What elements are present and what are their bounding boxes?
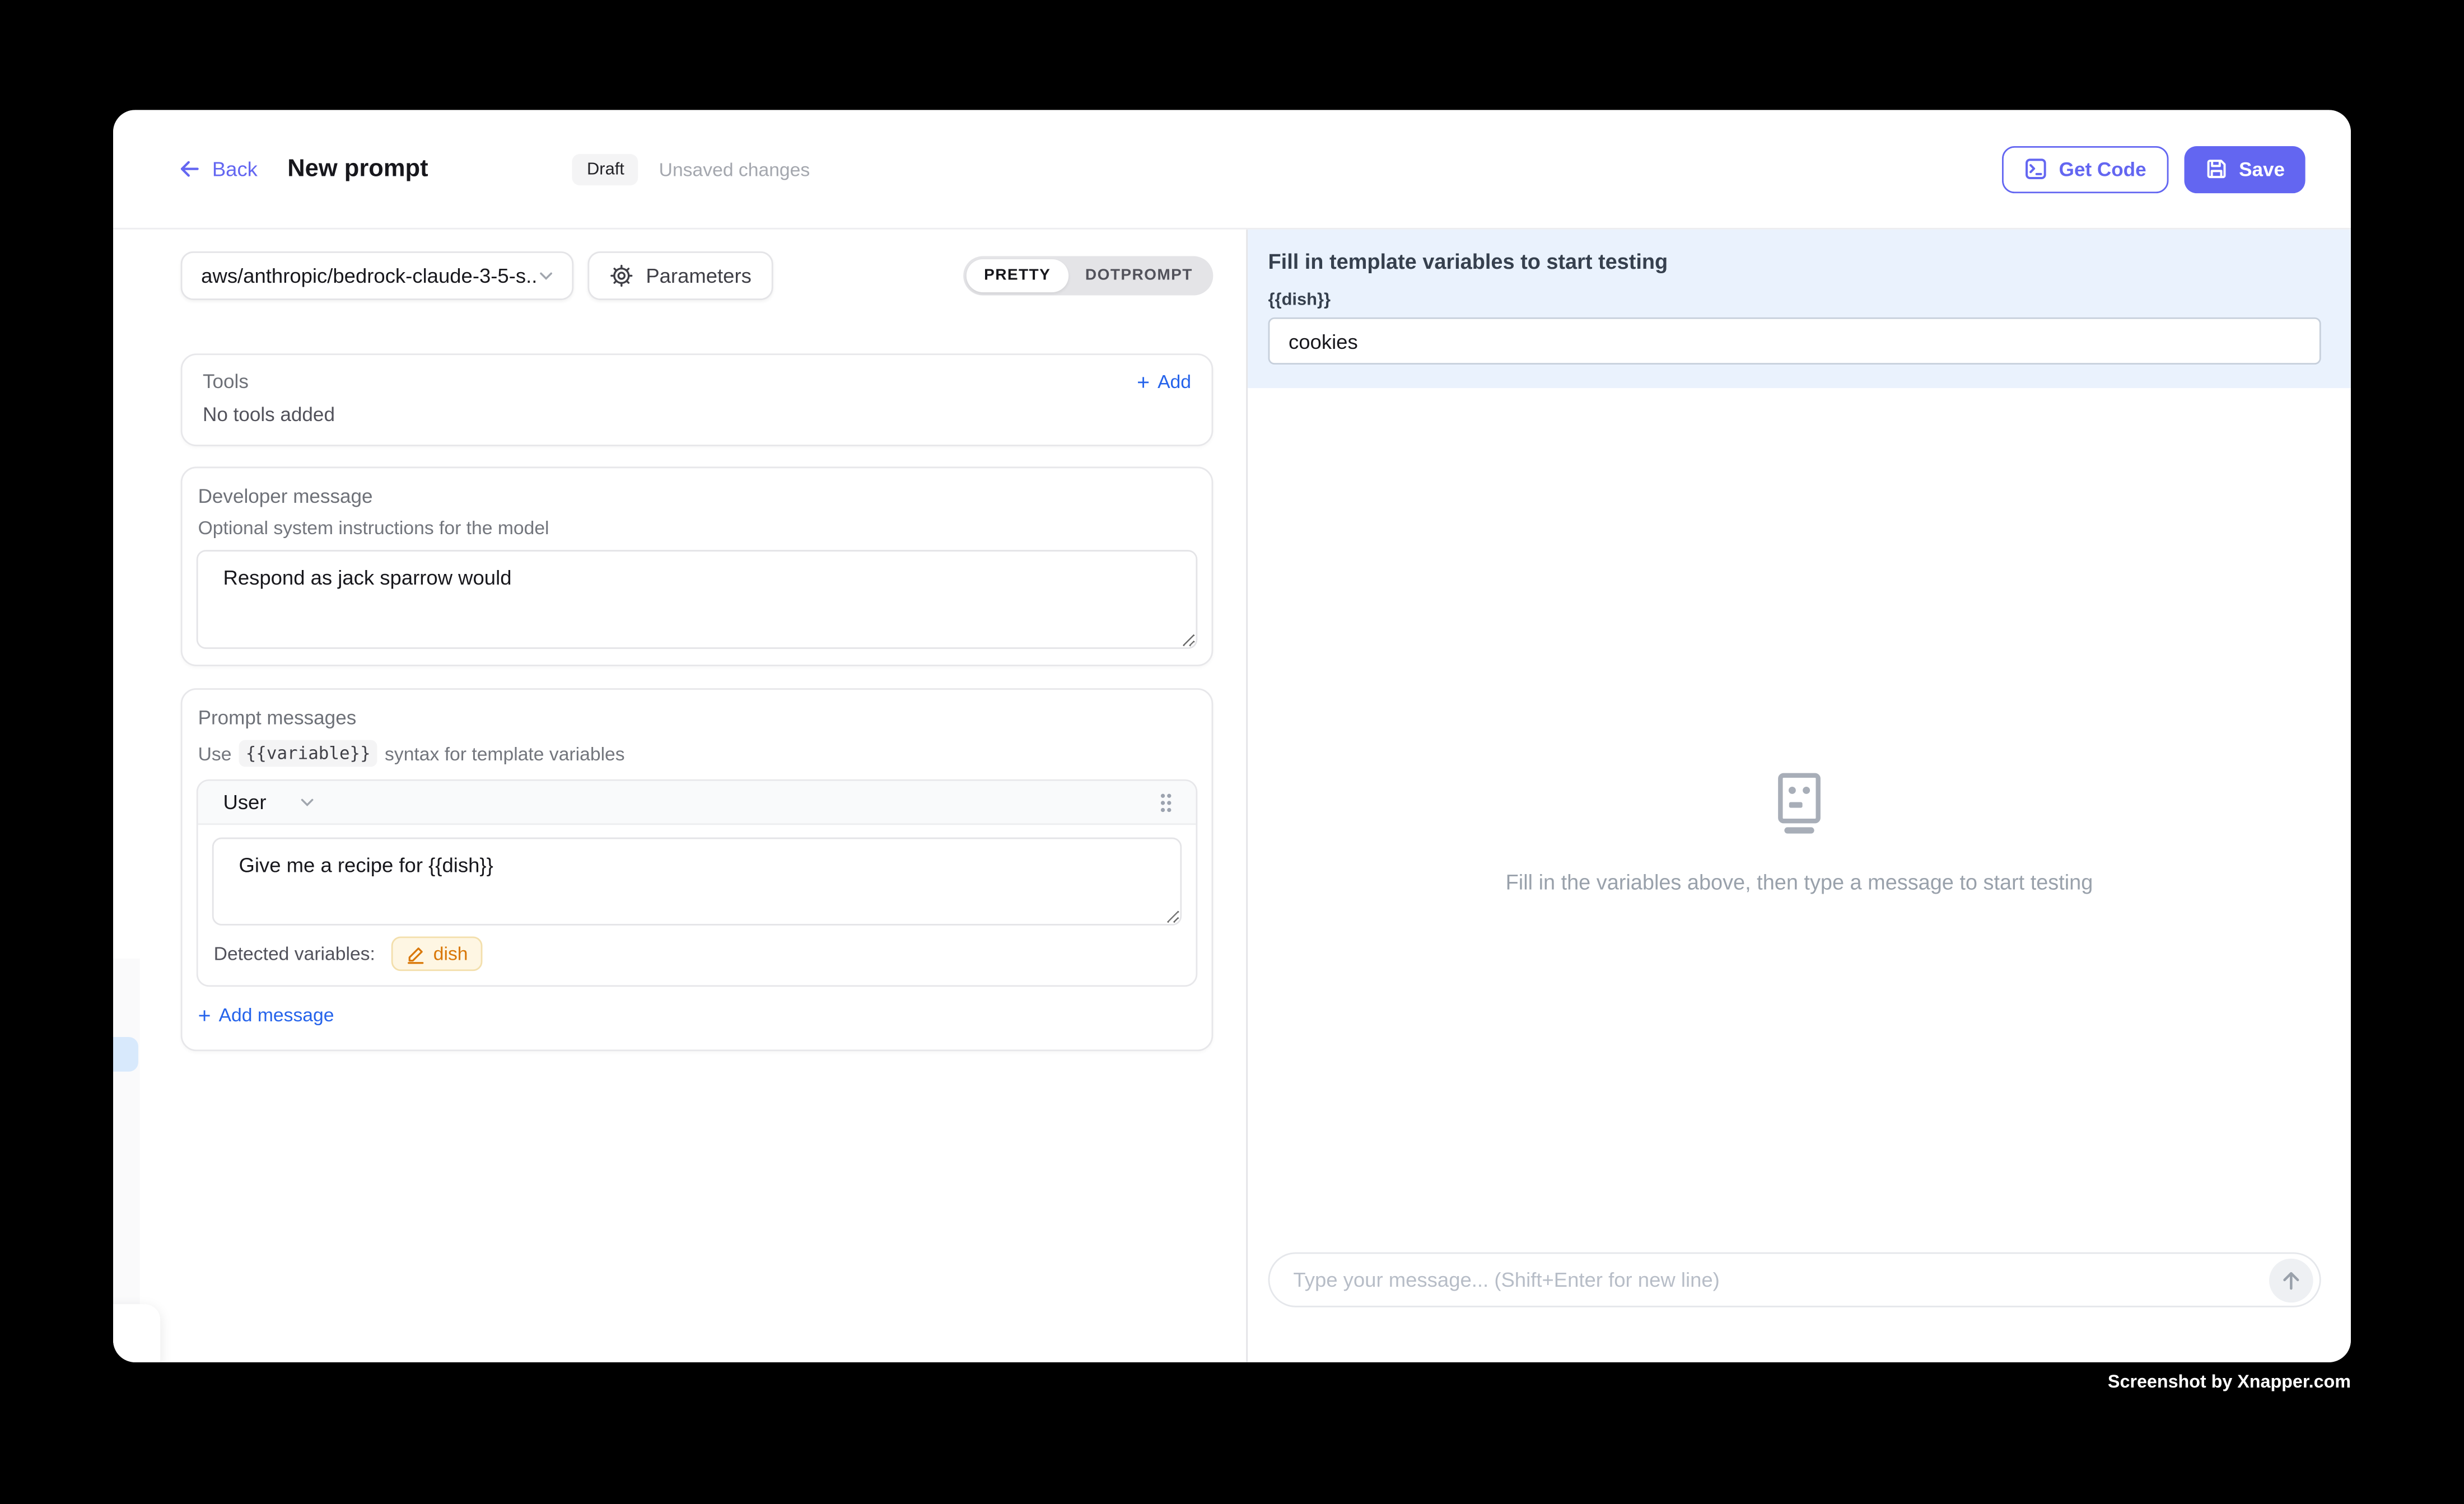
parameters-button[interactable]: Parameters (587, 251, 773, 300)
unsaved-changes-text: Unsaved changes (659, 158, 810, 180)
app-window: Back New prompt Draft Unsaved changes Ge… (113, 110, 2351, 1362)
model-selector[interactable]: aws/anthropic/bedrock-claude-3-5-s... (181, 251, 574, 300)
message-input[interactable]: Give me a recipe for {{dish}} (212, 838, 1182, 926)
message-block: User Give me a recipe for {{dish}} Det (197, 779, 1197, 987)
robot-icon (1772, 770, 1826, 833)
developer-message-card: Developer message Optional system instru… (181, 466, 1214, 666)
tools-empty-text: No tools added (203, 404, 1191, 426)
template-variables-section: Fill in template variables to start test… (1248, 230, 2351, 388)
detected-variables-label: Detected variables: (214, 943, 375, 965)
plus-icon: + (1137, 371, 1150, 393)
prompt-messages-title: Prompt messages (197, 707, 1197, 729)
page-title: New prompt (287, 155, 428, 183)
prompt-messages-card: Prompt messages Use {{variable}} syntax … (181, 688, 1214, 1051)
tools-card: Tools + Add No tools added (181, 353, 1214, 446)
status-badge: Draft (573, 153, 638, 185)
watermark-text: Screenshot by Xnapper.com (2108, 1374, 2351, 1393)
pencil-icon (405, 943, 425, 964)
tools-card-title: Tools (203, 371, 249, 393)
chat-empty-state: Fill in the variables above, then type a… (1506, 770, 2093, 893)
role-selector[interactable]: User (223, 790, 318, 814)
save-icon (2204, 157, 2228, 181)
add-message-label: Add message (219, 1004, 334, 1026)
sidebar-peek-active-item (113, 1037, 138, 1072)
corner-popover (113, 1304, 160, 1362)
detected-variables-row: Detected variables: dish (212, 926, 1182, 985)
toggle-dotprompt[interactable]: DOTPROMPT (1068, 259, 1210, 292)
get-code-button[interactable]: Get Code (2003, 146, 2168, 193)
developer-message-subtitle: Optional system instructions for the mod… (197, 517, 1197, 539)
chat-input-bar (1268, 1252, 2321, 1307)
gear-icon (610, 264, 633, 287)
send-button[interactable] (2269, 1258, 2313, 1302)
format-toggle: PRETTY DOTPROMPT (964, 256, 1214, 295)
add-message-button[interactable]: + Add message (198, 1004, 334, 1026)
back-button[interactable]: Back (178, 157, 258, 181)
app-header: Back New prompt Draft Unsaved changes Ge… (113, 110, 2351, 229)
parameters-label: Parameters (646, 264, 752, 287)
screenshot-background: Back New prompt Draft Unsaved changes Ge… (0, 0, 2464, 1503)
arrow-up-icon (2279, 1267, 2304, 1292)
chevron-down-icon (536, 265, 556, 286)
variable-dish-label: {{dish}} (1268, 291, 2321, 310)
test-panel-title: Fill in template variables to start test… (1268, 250, 2321, 273)
variable-chip-dish[interactable]: dish (391, 936, 482, 971)
add-tool-label: Add (1158, 371, 1191, 393)
variable-chip-label: dish (433, 943, 468, 965)
model-toolbar: aws/anthropic/bedrock-claude-3-5-s... Pa… (181, 251, 1214, 300)
prompt-editor-panel: aws/anthropic/bedrock-claude-3-5-s... Pa… (113, 230, 1246, 1362)
chat-message-field[interactable] (1290, 1267, 2269, 1293)
sidebar-peek (113, 959, 140, 1304)
chat-empty-text: Fill in the variables above, then type a… (1506, 870, 2093, 893)
back-label: Back (212, 157, 258, 181)
test-panel: Fill in template variables to start test… (1246, 230, 2351, 1362)
template-syntax-hint: Use {{variable}} syntax for template var… (197, 740, 1197, 767)
toggle-pretty[interactable]: PRETTY (967, 259, 1068, 292)
message-body: Give me a recipe for {{dish}} Detected v… (198, 825, 1196, 985)
save-label: Save (2239, 158, 2285, 180)
add-tool-button[interactable]: + Add (1137, 371, 1191, 393)
terminal-icon (2024, 157, 2048, 181)
back-arrow-icon (178, 157, 201, 181)
save-button[interactable]: Save (2184, 146, 2306, 193)
hint-suffix: syntax for template variables (385, 742, 625, 764)
chevron-down-icon (298, 792, 318, 812)
developer-message-input[interactable]: Respond as jack sparrow would (197, 550, 1197, 649)
plus-icon: + (198, 1004, 211, 1026)
drag-handle-icon[interactable] (1158, 791, 1174, 813)
variable-dish-input[interactable] (1268, 317, 2321, 365)
chat-area: Fill in the variables above, then type a… (1248, 390, 2351, 1362)
developer-message-title: Developer message (197, 485, 1197, 507)
hint-prefix: Use (198, 742, 232, 764)
model-selector-value: aws/anthropic/bedrock-claude-3-5-s... (201, 264, 536, 287)
role-label: User (223, 790, 266, 814)
get-code-label: Get Code (2059, 158, 2146, 180)
variable-syntax-chip: {{variable}} (239, 740, 376, 767)
message-header: User (198, 781, 1196, 825)
